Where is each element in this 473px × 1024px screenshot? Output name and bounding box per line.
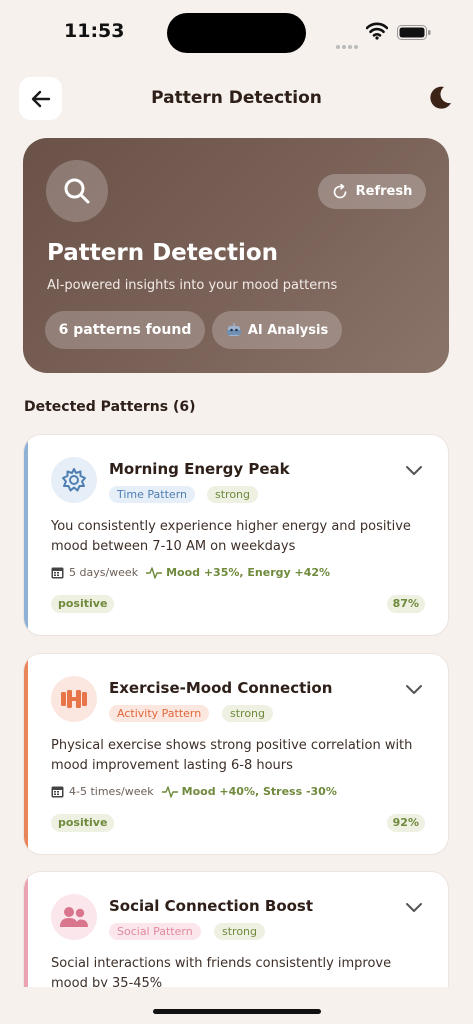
calendar-icon: [51, 567, 64, 579]
card-icon-circle: [51, 676, 97, 722]
chevron-down-icon[interactable]: [405, 465, 423, 477]
chevron-down-icon[interactable]: [405, 684, 423, 696]
chevron-down-icon[interactable]: [405, 902, 423, 914]
dumbbell-icon: [61, 690, 87, 708]
card-meta: 5 days/week Mood +35%, Energy +42%: [51, 566, 330, 579]
people-icon: [60, 907, 88, 927]
confidence-badge: 92%: [386, 814, 425, 832]
card-description: You consistently experience higher energ…: [51, 519, 411, 554]
pattern-card[interactable]: Exercise-Mood Connection Activity Patter…: [23, 653, 449, 855]
battery-icon: [397, 25, 431, 40]
patterns-found-badge: 6 patterns found: [45, 311, 205, 349]
card-meta: 4-5 times/week Mood +40%, Stress -30%: [51, 785, 337, 798]
card-accent-bar: [24, 435, 28, 635]
dynamic-island: [167, 13, 306, 53]
metrics-text: Mood +40%, Stress -30%: [181, 785, 337, 798]
card-icon-circle: [51, 894, 97, 940]
status-time: 11:53: [64, 20, 125, 42]
hero-subtitle: AI-powered insights into your mood patte…: [47, 278, 338, 293]
card-accent-bar: [24, 654, 28, 854]
refresh-icon: [333, 183, 346, 198]
hero-icon-circle: [46, 160, 108, 222]
dark-mode-toggle[interactable]: [424, 82, 456, 114]
signal-icon: [336, 34, 360, 49]
metrics-text: Mood +35%, Energy +42%: [166, 566, 331, 579]
calendar-icon: [51, 786, 64, 798]
strength-tag: strong: [214, 923, 266, 940]
card-description: Physical exercise shows strong positive …: [51, 738, 413, 773]
confidence-badge: 87%: [386, 595, 425, 613]
search-icon: [64, 178, 90, 204]
refresh-label: Refresh: [355, 184, 413, 199]
bottom-safe-area: [0, 987, 473, 1024]
sentiment-badge: positive: [51, 595, 115, 613]
frequency-text: 5 days/week: [69, 566, 139, 579]
strength-tag: strong: [222, 705, 274, 722]
ai-analysis-label: AI Analysis: [247, 322, 329, 338]
card-icon-circle: [51, 457, 97, 503]
card-title: Morning Energy Peak: [109, 460, 290, 478]
home-indicator[interactable]: [153, 1009, 321, 1014]
wifi-icon: [366, 22, 388, 40]
moon-icon: [430, 86, 451, 109]
hero-title: Pattern Detection: [47, 240, 279, 266]
pattern-type-tag: Activity Pattern: [109, 705, 210, 722]
pattern-type-tag: Social Pattern: [109, 923, 201, 940]
card-title: Social Connection Boost: [109, 897, 314, 915]
ai-analysis-badge: AI Analysis: [212, 311, 342, 349]
activity-icon: [161, 785, 178, 798]
status-bar: 11:53: [0, 0, 473, 64]
activity-icon: [146, 566, 163, 579]
pattern-type-tag: Time Pattern: [109, 486, 195, 503]
strength-tag: strong: [207, 486, 259, 503]
pattern-card[interactable]: Morning Energy Peak Time Pattern strong …: [23, 434, 449, 636]
gear-icon: [62, 468, 86, 492]
robot-icon: [226, 323, 241, 336]
section-heading: Detected Patterns (6): [24, 399, 196, 415]
page-title: Pattern Detection: [151, 88, 322, 108]
hero-card: Refresh Pattern Detection AI-powered ins…: [23, 138, 449, 373]
frequency-text: 4-5 times/week: [69, 785, 154, 798]
sentiment-badge: positive: [51, 814, 115, 832]
card-title: Exercise-Mood Connection: [109, 679, 333, 697]
refresh-button[interactable]: Refresh: [318, 174, 426, 209]
